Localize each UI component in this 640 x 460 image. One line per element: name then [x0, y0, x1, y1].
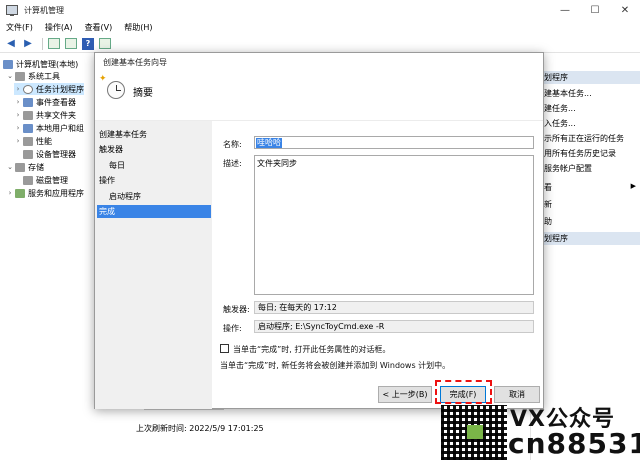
dialog-header: ✦ 摘要	[95, 71, 543, 121]
menu-help[interactable]: 帮助(H)	[118, 22, 158, 33]
device-manager-icon	[23, 149, 33, 159]
actions-subheader: 划程序	[531, 232, 640, 245]
chevron-right-icon[interactable]: ›	[14, 85, 22, 93]
clock-icon	[23, 84, 33, 94]
action-help[interactable]: 助	[544, 216, 552, 227]
task-clock-icon	[107, 81, 125, 99]
tools-icon	[15, 71, 25, 81]
event-viewer-icon	[23, 97, 33, 107]
disk-icon	[23, 175, 33, 185]
tree-item-disk-management[interactable]: 磁盘管理	[22, 174, 68, 186]
tree-item-shared-folders[interactable]: › 共享文件夹	[14, 109, 76, 121]
step-finish: 完成	[97, 205, 211, 218]
tree-item-system-tools[interactable]: ⌄ 系统工具	[6, 70, 60, 82]
finish-highlight	[435, 380, 492, 404]
action-create-basic-task[interactable]: 建基本任务...	[544, 88, 592, 99]
last-refresh-text: 上次刷新时间: 2022/5/9 17:01:25	[136, 424, 264, 433]
help-icon[interactable]: ?	[81, 37, 95, 51]
menu-bar: 文件(F) 操作(A) 查看(V) 帮助(H)	[0, 20, 640, 35]
storage-icon	[15, 162, 25, 172]
chevron-right-icon[interactable]: ›	[14, 137, 22, 145]
window-title: 计算机管理	[24, 5, 64, 15]
action-show-running[interactable]: 示所有正在运行的任务	[544, 133, 624, 144]
trigger-field: 每日; 在每天的 17:12	[254, 301, 534, 314]
tree-item-event-viewer[interactable]: › 事件查看器	[14, 96, 76, 108]
description-value: 文件夹同步	[257, 159, 297, 168]
menu-action[interactable]: 操作(A)	[39, 22, 79, 33]
chevron-right-icon: ▶	[630, 182, 636, 190]
computer-icon	[3, 59, 13, 69]
step-trigger: 触发器	[99, 145, 123, 154]
chevron-right-icon[interactable]: ›	[14, 111, 22, 119]
tree-item-performance[interactable]: › 性能	[14, 135, 52, 147]
dialog-title: 创建基本任务向导	[103, 57, 167, 67]
up-folder-icon[interactable]	[47, 37, 61, 51]
trigger-value: 每日; 在每天的 17:12	[258, 303, 337, 312]
maximize-button[interactable]: ☐	[580, 0, 610, 20]
wizard-steps: 创建基本任务 触发器 每日 操作 启动程序 完成	[95, 121, 212, 409]
actions-header: 划程序	[531, 71, 640, 84]
menu-view[interactable]: 查看(V)	[79, 22, 119, 33]
step-daily: 每日	[109, 161, 125, 170]
action-value: 启动程序; E:\SyncToyCmd.exe -R	[258, 322, 385, 331]
dialog-heading: 摘要	[133, 88, 153, 99]
action-field: 启动程序; E:\SyncToyCmd.exe -R	[254, 320, 534, 333]
watermark-line2: cn88531	[508, 427, 640, 460]
name-value: 哇哈哈	[256, 137, 282, 148]
chevron-down-icon[interactable]: ⌄	[6, 72, 14, 80]
open-properties-label: 当单击“完成”时, 打开此任务属性的对话框。	[233, 345, 391, 354]
window-controls: — ☐ ✕	[550, 0, 640, 20]
actions-pane: 划程序 建基本任务... 建任务... 入任务... 示所有正在运行的任务 用所…	[530, 54, 640, 460]
finish-note: 当单击“完成”时, 新任务将会被创建并添加到 Windows 计划中。	[220, 361, 451, 370]
back-button[interactable]: < 上一步(B)	[378, 386, 432, 403]
wizard-star-icon: ✦	[99, 74, 107, 84]
qr-logo	[467, 425, 483, 439]
action-view[interactable]: 看	[544, 182, 552, 193]
menu-file[interactable]: 文件(F)	[0, 22, 39, 33]
action-create-task[interactable]: 建任务...	[544, 103, 576, 114]
properties-icon[interactable]	[98, 37, 112, 51]
step-create-basic-task: 创建基本任务	[99, 130, 147, 139]
name-field[interactable]: 哇哈哈	[254, 136, 534, 149]
action-import-task[interactable]: 入任务...	[544, 118, 576, 129]
trigger-label: 触发器:	[223, 305, 250, 314]
navigation-tree: 计算机管理(本地) ⌄ 系统工具 › 任务计划程序 › 事件查看器 › 共享文件…	[0, 54, 96, 460]
close-button[interactable]: ✕	[610, 0, 640, 20]
step-action: 操作	[99, 176, 115, 185]
tree-item-device-manager[interactable]: 设备管理器	[22, 148, 76, 160]
description-label: 描述:	[223, 159, 242, 168]
back-arrow-icon[interactable]: ◀	[4, 37, 18, 51]
minimize-button[interactable]: —	[550, 0, 580, 20]
chevron-right-icon[interactable]: ›	[14, 98, 22, 106]
forward-arrow-icon[interactable]: ▶	[21, 37, 35, 51]
users-icon	[23, 123, 33, 133]
tree-item-task-scheduler[interactable]: › 任务计划程序	[14, 83, 84, 95]
action-enable-history[interactable]: 用所有任务历史记录	[544, 148, 616, 159]
chevron-down-icon[interactable]: ⌄	[6, 163, 14, 171]
title-bar: 计算机管理 — ☐ ✕	[0, 0, 640, 20]
open-properties-checkbox[interactable]	[220, 344, 229, 353]
shared-folder-icon	[23, 110, 33, 120]
action-label: 操作:	[223, 324, 242, 333]
show-hide-tree-icon[interactable]	[64, 37, 78, 51]
tree-item-storage[interactable]: ⌄ 存储	[6, 161, 44, 173]
toolbar: ◀ ▶ ?	[0, 35, 640, 53]
performance-icon	[23, 136, 33, 146]
step-start-program: 启动程序	[109, 192, 141, 201]
tree-item-services[interactable]: › 服务和应用程序	[6, 187, 84, 199]
toolbar-separator	[42, 37, 43, 50]
action-refresh[interactable]: 新	[544, 199, 552, 210]
qr-code-image	[441, 405, 507, 460]
chevron-right-icon[interactable]: ›	[6, 189, 14, 197]
tree-item-local-users[interactable]: › 本地用户和组	[14, 122, 84, 134]
tree-root[interactable]: 计算机管理(本地)	[2, 58, 78, 70]
action-service-account[interactable]: 服务帐户配置	[544, 163, 592, 174]
computer-management-icon	[6, 5, 18, 16]
name-label: 名称:	[223, 140, 242, 149]
description-field[interactable]: 文件夹同步	[254, 155, 534, 295]
chevron-right-icon[interactable]: ›	[14, 124, 22, 132]
services-icon	[15, 188, 25, 198]
